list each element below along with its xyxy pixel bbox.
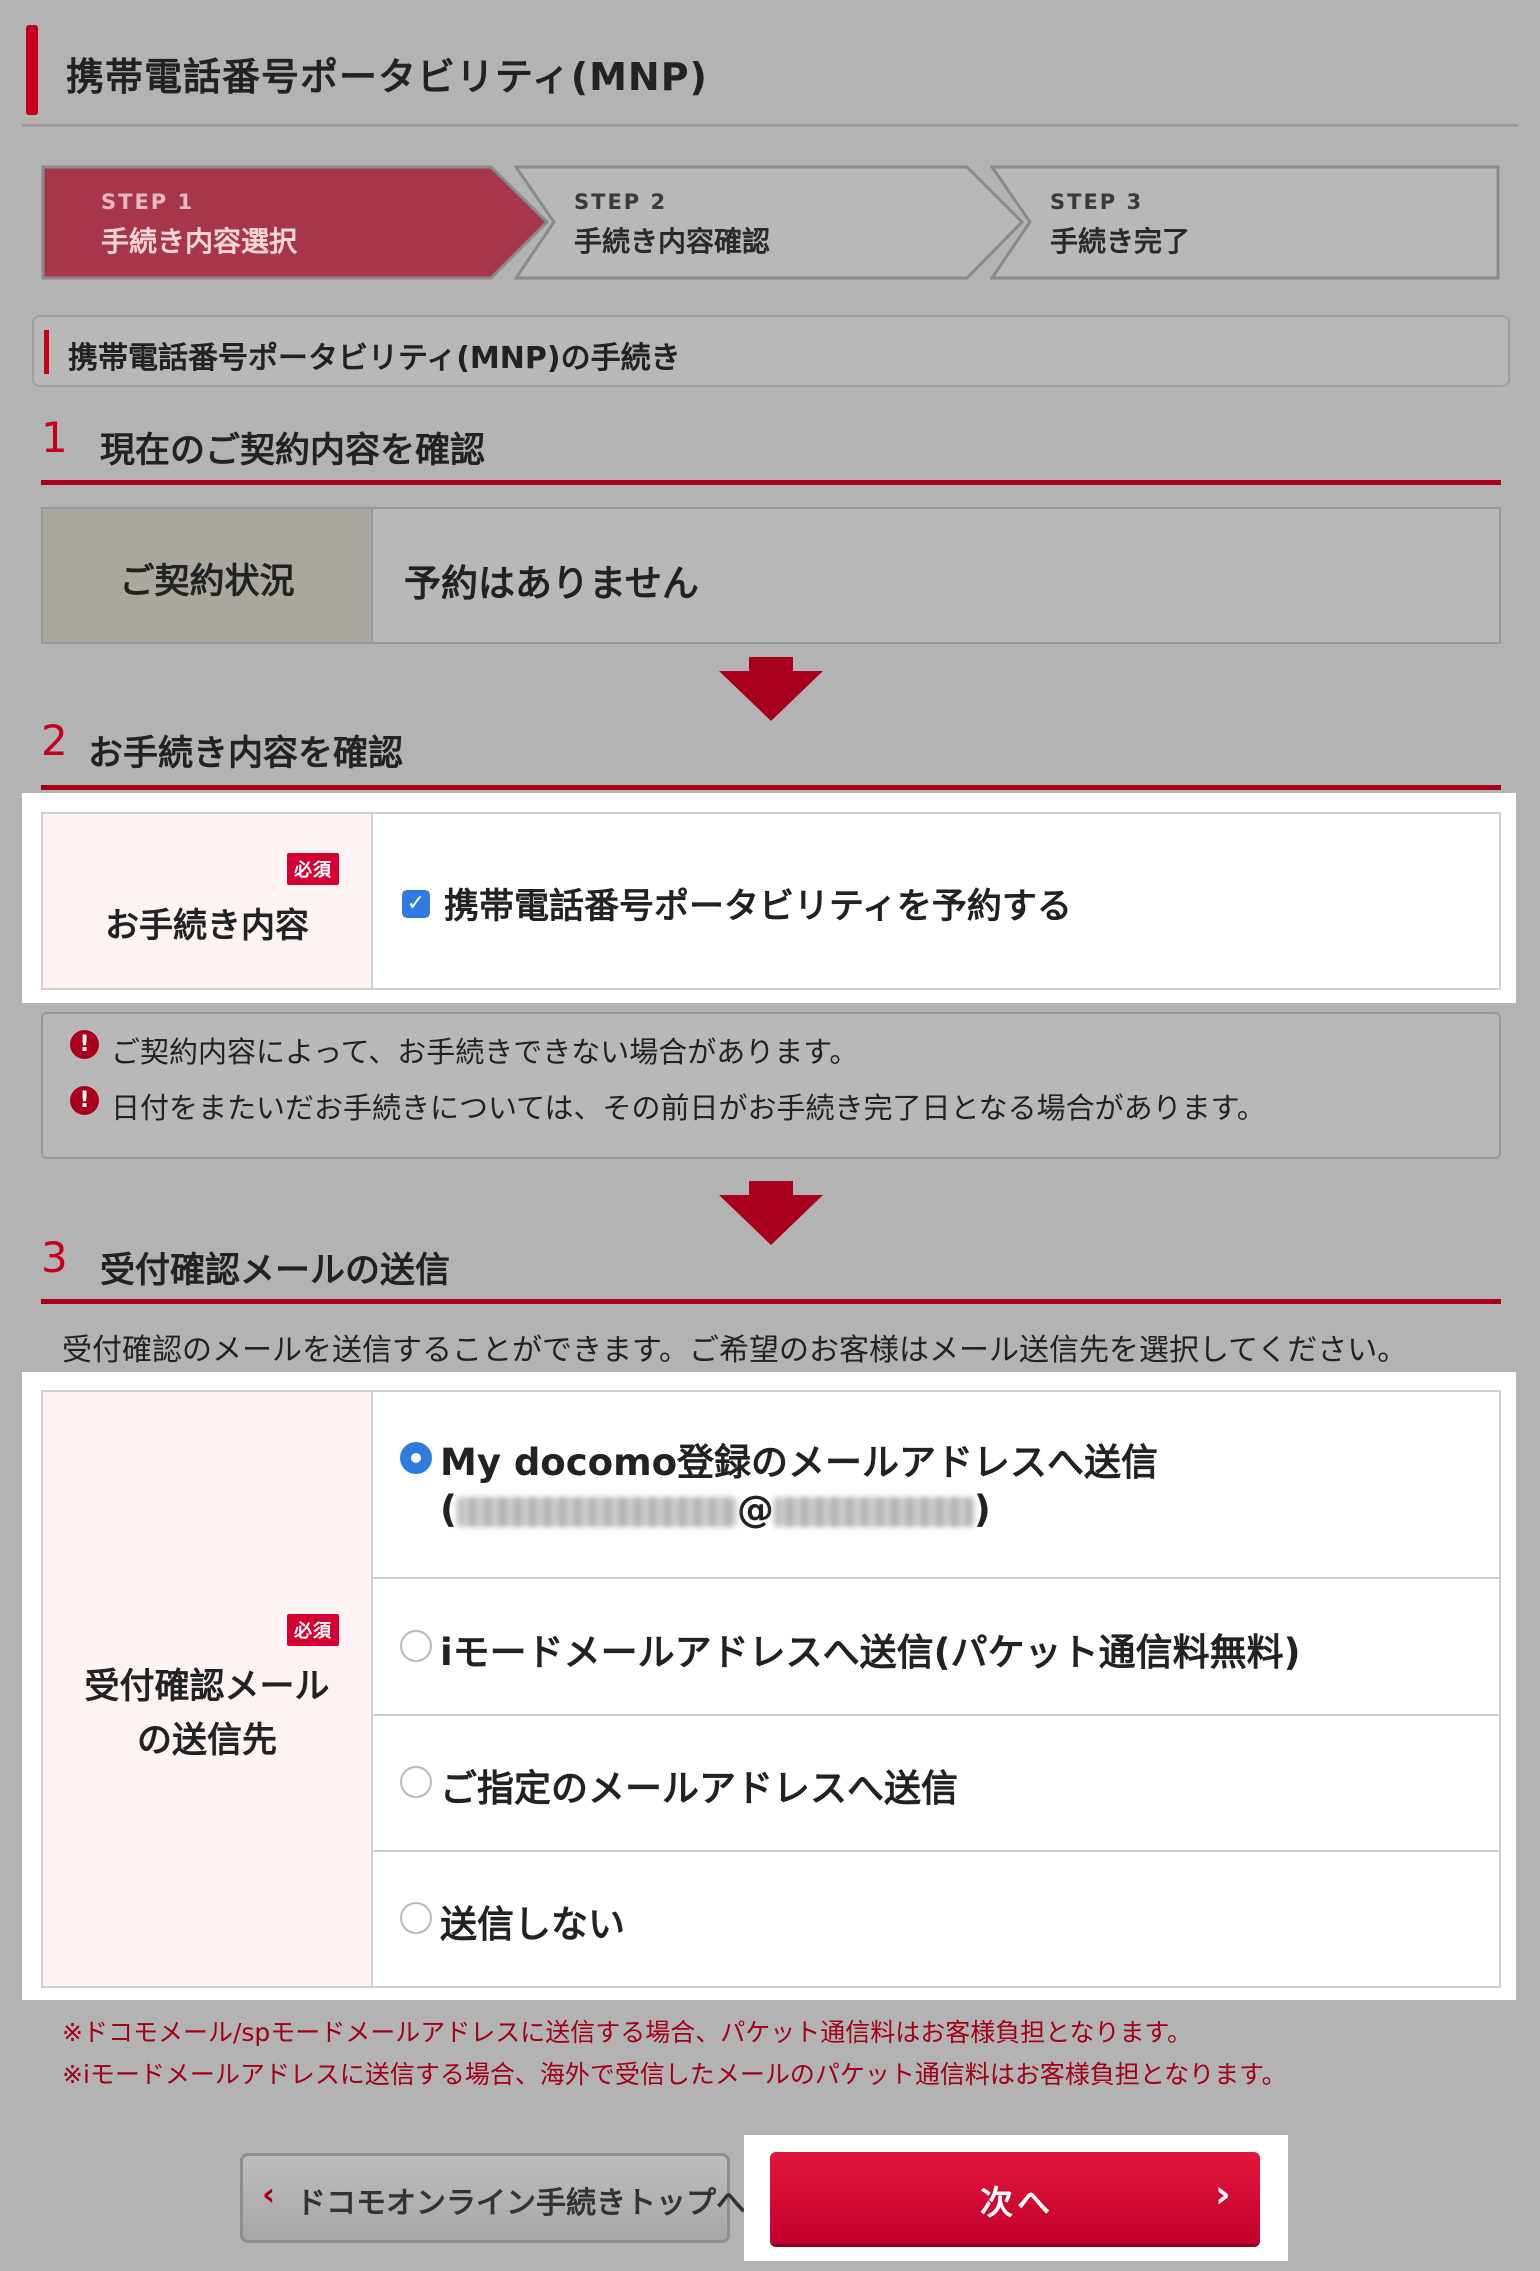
note-line-1: ご契約内容によって、お手続きできない場合があります。: [111, 1035, 859, 1069]
footnote-2: ※iモードメールアドレスに送信する場合、海外で受信したメールのパケット通信料はお…: [62, 2060, 1287, 2089]
email-paren-close: ): [973, 1488, 991, 1531]
radio-imode-email[interactable]: [400, 1630, 432, 1662]
contract-status-label: ご契約状況: [119, 562, 295, 602]
radio-do-not-send[interactable]: [400, 1902, 432, 1934]
down-arrow-icon: [719, 671, 823, 721]
back-to-top-button-label[interactable]: ドコモオンライン手続きトップへ: [296, 2178, 746, 2222]
chevron-right-icon: ›: [1215, 2172, 1231, 2216]
mail-destination-label-1: 受付確認メール: [84, 1667, 330, 1707]
warning-icon: !: [70, 1030, 99, 1059]
option-do-not-send-label[interactable]: 送信しない: [440, 1894, 625, 1948]
option-mydocomo-email-label[interactable]: My docomo登録のメールアドレスへ送信: [440, 1432, 1158, 1486]
page-title: 携帯電話番号ポータビリティ(MNP): [66, 55, 708, 99]
section-2-title: お手続き内容を確認: [88, 734, 404, 774]
email-domain-redacted: [773, 1496, 974, 1527]
option-specified-email-label[interactable]: ご指定のメールアドレスへ送信: [440, 1758, 958, 1812]
radio-specified-email[interactable]: [400, 1766, 432, 1798]
section-2-rule: [41, 785, 1501, 790]
section-3-rule: [41, 1299, 1501, 1304]
subheader-accent: [44, 330, 49, 374]
radio-mydocomo-email[interactable]: [400, 1442, 432, 1474]
step-1-text: 手続き内容選択: [101, 225, 298, 258]
mnp-reserve-checkbox[interactable]: ✓: [402, 890, 430, 918]
down-arrow-icon: [719, 1195, 823, 1245]
section-3-number: 3: [41, 1233, 68, 1282]
option-divider: [373, 1714, 1499, 1716]
step-2: STEP 2 手続き内容確認: [514, 165, 1024, 280]
procedure-label: お手続き内容: [105, 906, 309, 946]
registered-email-address: ( @): [440, 1488, 991, 1531]
step-1-label: STEP 1: [101, 190, 195, 214]
title-accent-bar: [26, 25, 38, 115]
step-3-label: STEP 3: [1050, 190, 1144, 214]
chevron-left-icon: ‹: [262, 2175, 276, 2213]
section-1-number: 1: [41, 413, 68, 462]
warning-icon: !: [70, 1086, 99, 1115]
section-2-number: 2: [41, 716, 68, 765]
step-2-label: STEP 2: [574, 190, 668, 214]
section-3-title: 受付確認メールの送信: [100, 1251, 451, 1291]
section-1-rule: [41, 480, 1501, 485]
option-divider: [373, 1577, 1499, 1579]
step-1: STEP 1 手続き内容選択: [41, 165, 551, 280]
mnp-reserve-checkbox-label[interactable]: 携帯電話番号ポータビリティを予約する: [444, 878, 1072, 929]
email-local-part-redacted: [456, 1496, 737, 1527]
step-2-text: 手続き内容確認: [574, 225, 771, 258]
next-button-label[interactable]: 次へ: [980, 2176, 1054, 2224]
mail-intro-text: 受付確認のメールを送信することができます。ご希望のお客様はメール送信先を選択して…: [62, 1333, 1408, 1368]
email-at-sign: @: [736, 1488, 774, 1531]
step-3-text: 手続き完了: [1050, 225, 1191, 258]
section-1-title: 現在のご契約内容を確認: [100, 431, 486, 471]
mail-destination-label-2: の送信先: [136, 1721, 277, 1761]
option-imode-email-label[interactable]: iモードメールアドレスへ送信(パケット通信料無料): [440, 1622, 1301, 1676]
footnote-1: ※ドコモメール/spモードメールアドレスに送信する場合、パケット通信料はお客様負…: [62, 2018, 1193, 2047]
required-badge: 必須: [287, 853, 339, 885]
procedure-subheader-title: 携帯電話番号ポータビリティ(MNP)の手続き: [68, 341, 681, 376]
step-3: STEP 3 手続き完了: [990, 165, 1500, 280]
contract-status-value: 予約はありません: [404, 562, 699, 605]
required-badge: 必須: [287, 1614, 339, 1646]
email-paren-open: (: [440, 1488, 457, 1531]
note-line-2: 日付をまたいだお手続きについては、その前日がお手続き完了日となる場合があります。: [111, 1091, 1266, 1125]
option-divider: [373, 1850, 1499, 1852]
